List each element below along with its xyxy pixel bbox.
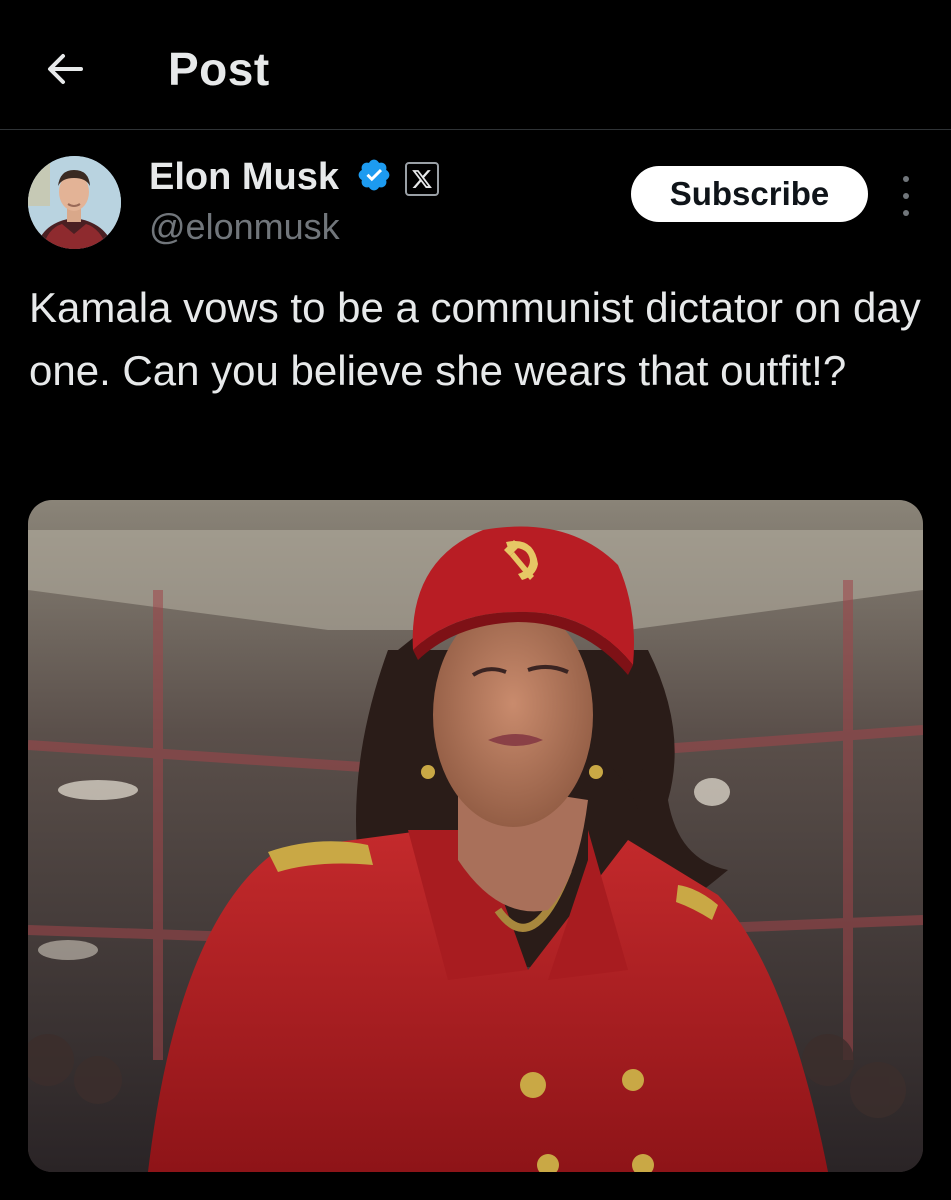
page-title: Post [168, 43, 270, 95]
x-logo-icon [412, 170, 432, 188]
subscribe-button[interactable]: Subscribe [631, 166, 868, 222]
back-button[interactable] [40, 44, 90, 94]
affiliate-badge[interactable] [405, 162, 439, 196]
post-image[interactable] [28, 500, 923, 1172]
arrow-left-icon [48, 54, 83, 84]
post-image-illustration [28, 500, 923, 1172]
post-text: Kamala vows to be a communist dictator o… [29, 284, 921, 394]
author-name[interactable]: Elon Musk [149, 156, 339, 199]
top-bar: Post [0, 0, 951, 130]
more-options-button[interactable] [894, 176, 918, 216]
avatar[interactable] [28, 156, 121, 249]
more-vertical-icon [903, 176, 909, 182]
verified-badge-icon [358, 159, 390, 191]
avatar-image [28, 156, 121, 249]
more-vertical-icon [903, 193, 909, 199]
more-vertical-icon [903, 210, 909, 216]
author-handle[interactable]: @elonmusk [149, 206, 340, 248]
